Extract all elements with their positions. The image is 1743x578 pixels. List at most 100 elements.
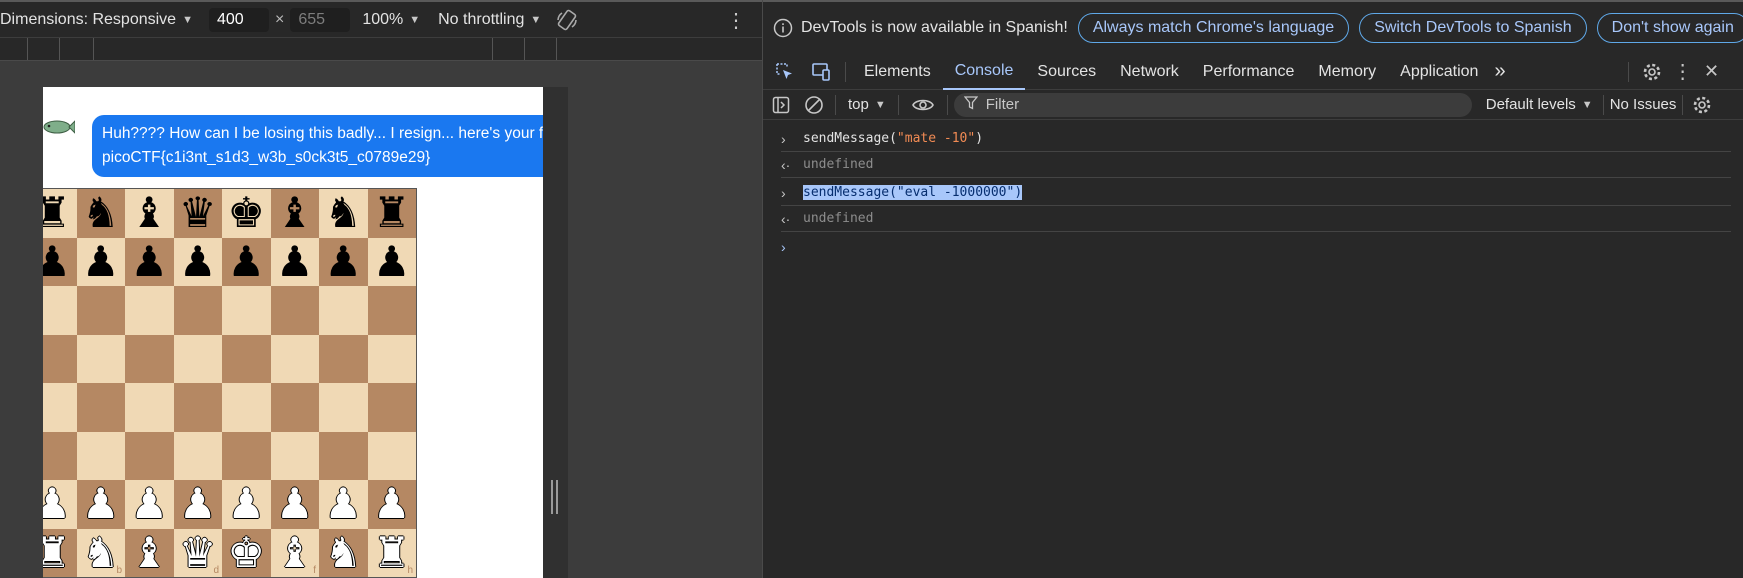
clear-console-icon[interactable] [799, 95, 829, 115]
tab-console[interactable]: Console [942, 54, 1026, 90]
black-pawn-icon[interactable]: ♟ [43, 240, 71, 283]
board-square[interactable]: ♟ [367, 237, 416, 286]
board-square[interactable]: ♟ [270, 480, 319, 529]
more-tabs-icon[interactable]: » [1490, 54, 1509, 90]
board-square[interactable] [319, 334, 368, 383]
board-square[interactable] [270, 431, 319, 480]
black-pawn-icon[interactable]: ♟ [373, 240, 411, 283]
board-square[interactable]: ♟ [270, 237, 319, 286]
board-square[interactable] [125, 286, 174, 335]
board-square[interactable] [125, 334, 174, 383]
board-square[interactable] [173, 334, 222, 383]
white-knight-icon[interactable]: ♞ [324, 531, 362, 574]
board-square[interactable] [125, 383, 174, 432]
tab-sources[interactable]: Sources [1025, 54, 1108, 90]
board-square[interactable] [270, 383, 319, 432]
white-pawn-icon[interactable]: ♟ [82, 483, 120, 525]
board-square[interactable] [367, 431, 416, 480]
board-square[interactable] [173, 286, 222, 335]
board-square[interactable]: ♟ [125, 237, 174, 286]
white-rook-icon[interactable]: ♜ [373, 531, 411, 574]
board-square[interactable] [367, 334, 416, 383]
board-square[interactable]: ♟ [76, 237, 125, 286]
board-square[interactable] [367, 286, 416, 335]
board-square[interactable] [270, 286, 319, 335]
board-square[interactable] [319, 286, 368, 335]
settings-gear-icon[interactable] [1635, 62, 1669, 82]
board-square[interactable]: ♞ b [76, 528, 125, 577]
white-knight-icon[interactable]: ♞ [82, 531, 120, 574]
black-pawn-icon[interactable]: ♟ [276, 240, 314, 283]
match-language-button[interactable]: Always match Chrome's language [1077, 13, 1350, 43]
more-options-icon[interactable]: ⋮ [726, 8, 746, 33]
board-square[interactable] [43, 431, 77, 480]
board-square[interactable] [76, 383, 125, 432]
black-bishop-icon[interactable]: ♝ [130, 192, 168, 234]
board-square[interactable]: ♞ [76, 189, 125, 238]
board-square[interactable]: ♜ [43, 189, 77, 238]
board-square[interactable]: ♝ [125, 189, 174, 238]
tab-network[interactable]: Network [1108, 54, 1191, 90]
resize-handle[interactable] [551, 480, 558, 514]
board-square[interactable]: ♟ [173, 237, 222, 286]
board-square[interactable]: ♝ f [270, 528, 319, 577]
board-square[interactable]: ♟ [43, 237, 77, 286]
board-square[interactable] [125, 431, 174, 480]
board-square[interactable]: ♚ [222, 189, 271, 238]
board-square[interactable] [367, 383, 416, 432]
black-king-icon[interactable]: ♚ [227, 192, 265, 234]
dont-show-again-button[interactable]: Don't show again [1596, 13, 1743, 43]
black-pawn-icon[interactable]: ♟ [227, 240, 265, 283]
white-pawn-icon[interactable]: ♟ [227, 483, 265, 525]
height-input[interactable] [290, 7, 351, 32]
white-pawn-icon[interactable]: ♟ [373, 483, 411, 525]
board-square[interactable]: ♟ [319, 480, 368, 529]
board-square[interactable] [319, 383, 368, 432]
black-bishop-icon[interactable]: ♝ [276, 192, 314, 234]
switch-language-button[interactable]: Switch DevTools to Spanish [1359, 13, 1587, 43]
black-knight-icon[interactable]: ♞ [82, 192, 120, 234]
board-square[interactable]: ♟ [43, 480, 77, 529]
board-square[interactable]: ♞ g [319, 528, 368, 577]
white-pawn-icon[interactable]: ♟ [43, 483, 71, 525]
rotate-icon[interactable] [555, 8, 579, 32]
console-settings-gear-icon[interactable] [1689, 95, 1715, 115]
white-pawn-icon[interactable]: ♟ [130, 483, 168, 525]
white-pawn-icon[interactable]: ♟ [324, 483, 362, 525]
board-square[interactable] [43, 383, 77, 432]
board-square[interactable] [222, 334, 271, 383]
board-square[interactable] [222, 383, 271, 432]
context-dropdown[interactable]: top ▼ [848, 96, 886, 113]
white-bishop-icon[interactable]: ♝ [130, 531, 168, 574]
board-square[interactable]: ♜ [367, 189, 416, 238]
board-square[interactable] [43, 334, 77, 383]
console-input-line[interactable]: › sendMessage("eval -1000000") [781, 180, 1731, 206]
black-queen-icon[interactable]: ♛ [179, 192, 217, 234]
dimensions-dropdown[interactable]: Dimensions: Responsive ▼ [0, 11, 193, 29]
black-pawn-icon[interactable]: ♟ [179, 240, 217, 283]
board-square[interactable]: ♟ [173, 480, 222, 529]
white-bishop-icon[interactable]: ♝ [276, 531, 314, 574]
tab-memory[interactable]: Memory [1306, 54, 1388, 90]
issues-counter[interactable]: No Issues [1610, 96, 1677, 113]
console-input-line[interactable]: › sendMessage("mate -10") [781, 126, 1731, 152]
board-square[interactable] [76, 286, 125, 335]
white-king-icon[interactable]: ♚ [227, 531, 265, 574]
board-square[interactable]: ♝ c [125, 528, 174, 577]
filter-input[interactable]: Filter [953, 92, 1472, 117]
white-rook-icon[interactable]: ♜ [43, 531, 71, 574]
board-square[interactable]: ♝ [270, 189, 319, 238]
board-square[interactable]: ♛ [173, 189, 222, 238]
console-prompt[interactable]: › [781, 234, 1731, 260]
inspect-element-icon[interactable] [767, 62, 803, 82]
board-square[interactable]: ♟ [222, 237, 271, 286]
device-toolbar-icon[interactable] [803, 62, 839, 82]
board-square[interactable] [319, 431, 368, 480]
board-square[interactable]: ♞ [319, 189, 368, 238]
board-square[interactable]: ♟ [319, 237, 368, 286]
black-pawn-icon[interactable]: ♟ [82, 240, 120, 283]
sidebar-toggle-icon[interactable] [763, 96, 799, 114]
board-square[interactable]: ♚ e [222, 528, 271, 577]
white-queen-icon[interactable]: ♛ [179, 531, 217, 574]
board-square[interactable]: ♜ h [367, 528, 416, 577]
